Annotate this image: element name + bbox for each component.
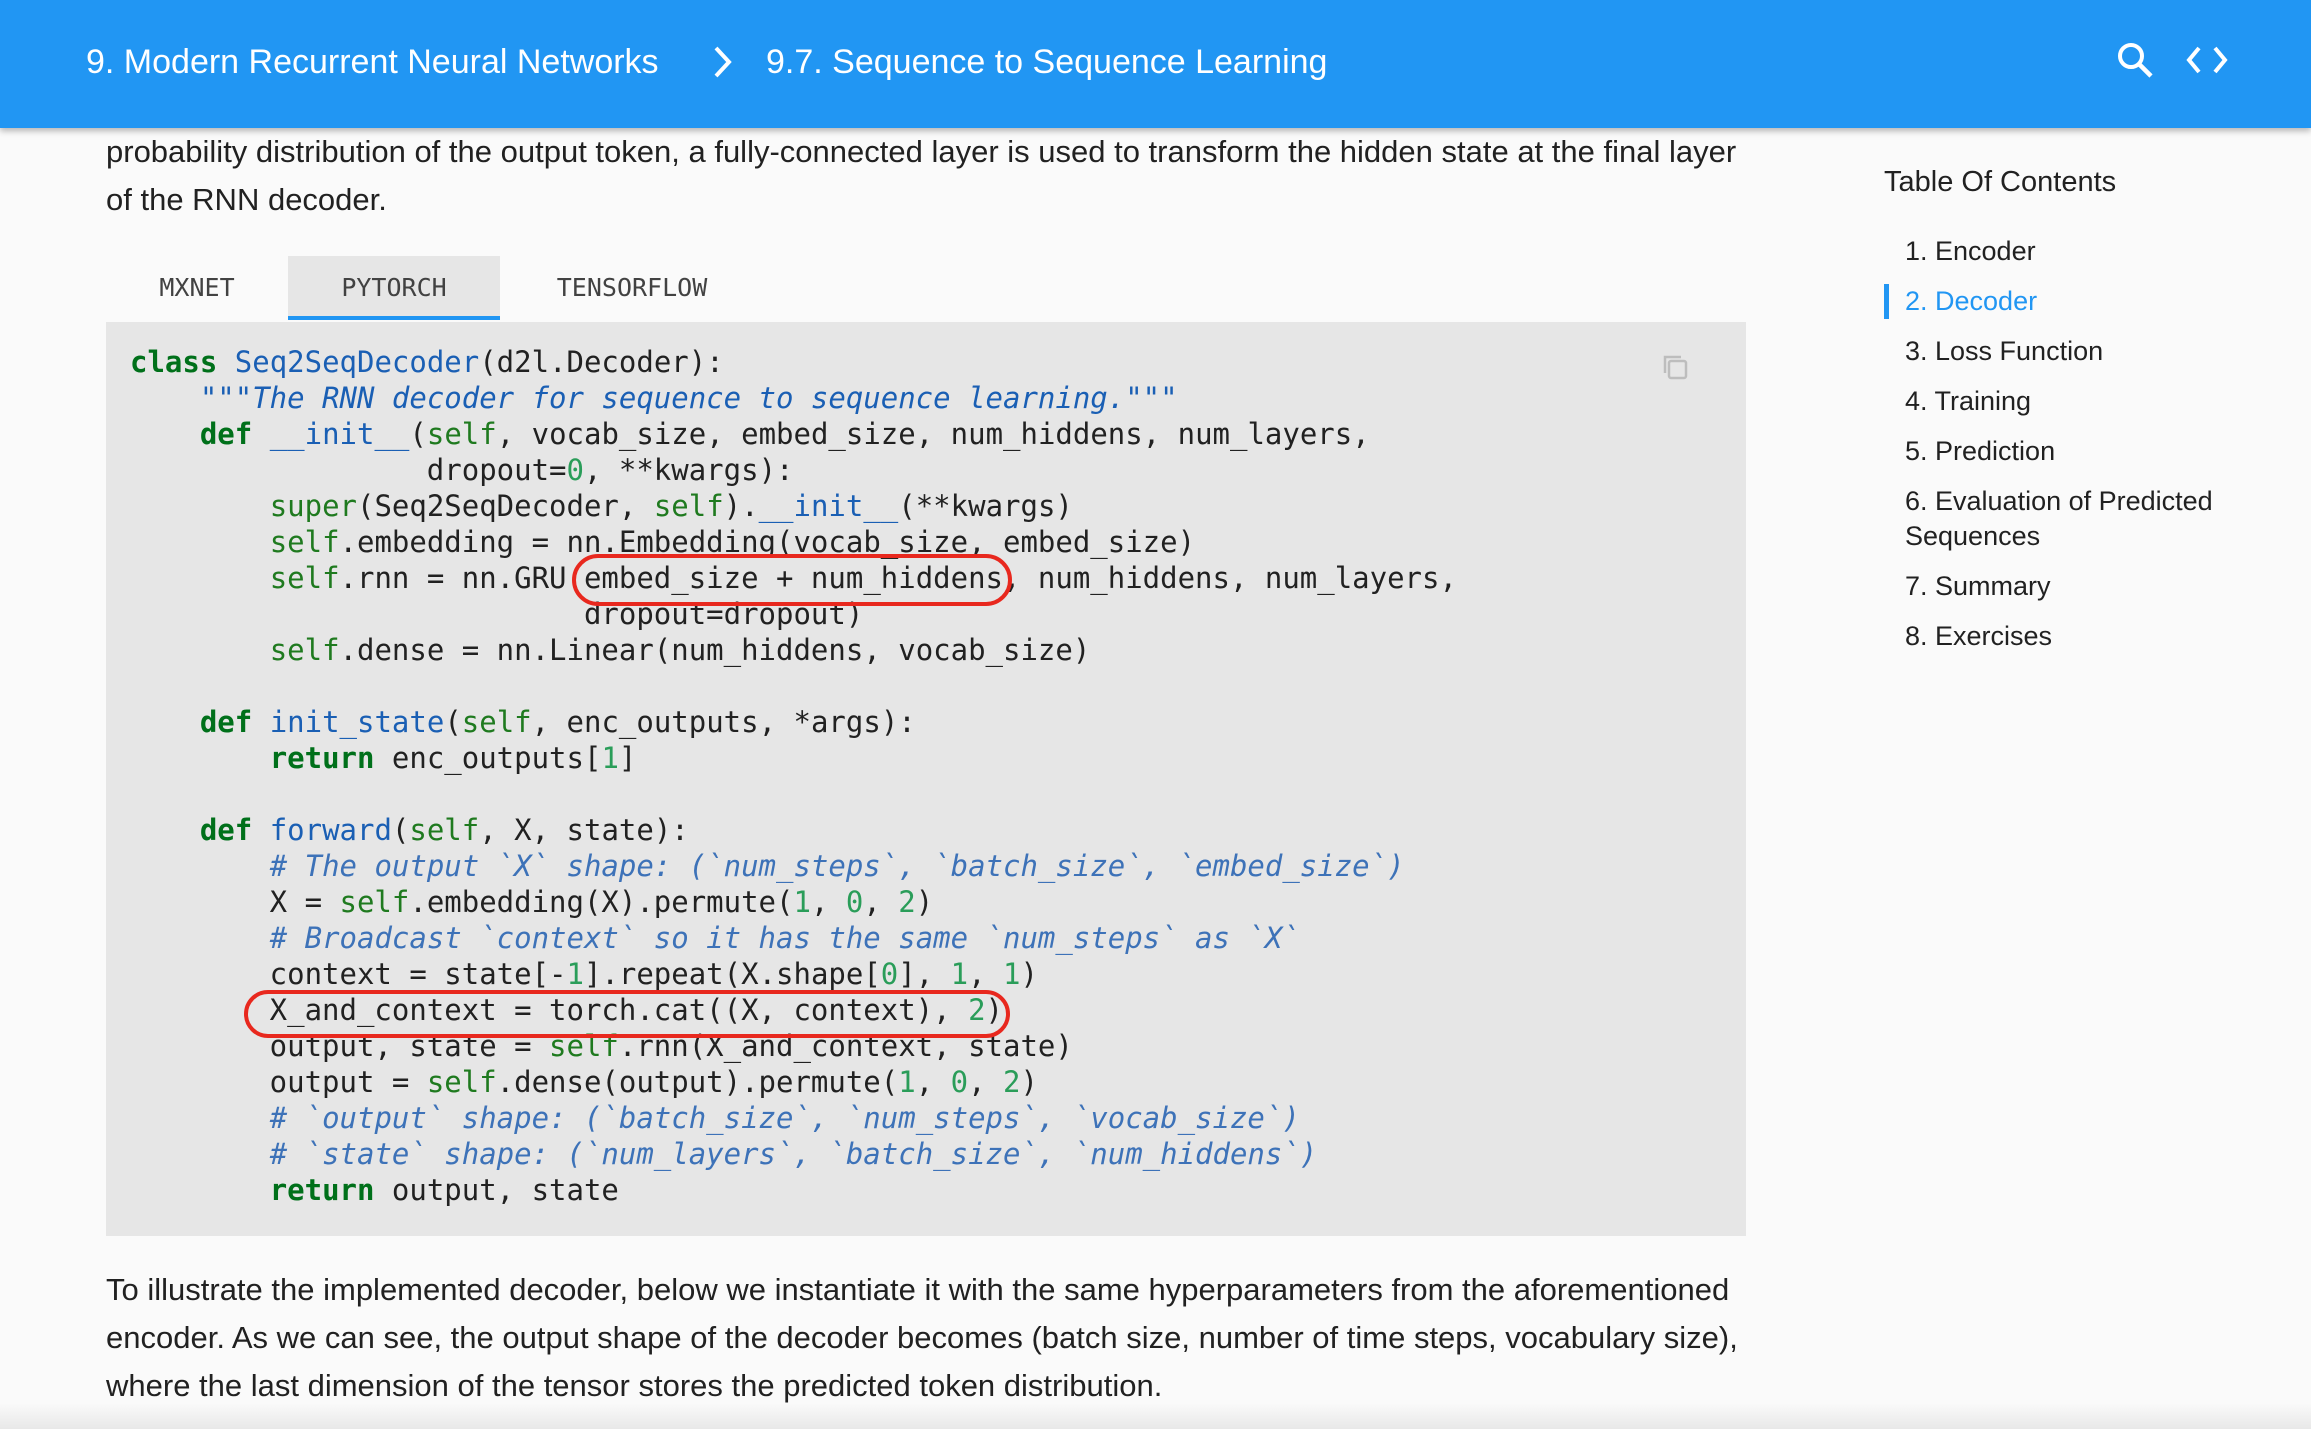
code-line-2: """The RNN decoder for sequence to seque… (199, 381, 1178, 415)
code-line-24: return output, state (269, 1173, 619, 1207)
tab-pytorch[interactable]: PYTORCH (288, 256, 500, 320)
code-icon[interactable] (2185, 42, 2229, 78)
copy-icon[interactable] (1660, 352, 1690, 387)
code-line-21: output = self.dense(output).permute(1, 0… (130, 1065, 1038, 1099)
code-line-9: self.dense = nn.Linear(num_hiddens, voca… (269, 633, 1091, 667)
toc-item-4[interactable]: 4. Training (1884, 384, 2264, 419)
code-line-4: dropout=0, **kwargs): (130, 453, 794, 487)
toc-item-7[interactable]: 7. Summary (1884, 569, 2264, 604)
code-listing: class Seq2SeqDecoder(d2l.Decoder): """Th… (130, 344, 1457, 1208)
search-icon[interactable] (2115, 40, 2155, 80)
breadcrumb-chevron-icon (712, 44, 734, 89)
toc-title: Table Of Contents (1884, 166, 2117, 198)
tab-mxnet[interactable]: MXNET (106, 256, 288, 320)
intro-paragraph: probability distribution of the output t… (106, 134, 1737, 217)
toc-list: 1. Encoder 2. Decoder 3. Loss Function 4. T… (1884, 234, 2264, 654)
code-line-15: # The output `X` shape: (`num_steps`, `b… (269, 849, 1405, 883)
table-of-contents: Table Of Contents 1. Encoder 2. Decoder 3.… (1884, 162, 2264, 669)
breadcrumb-current[interactable]: 9.7. Sequence to Sequence Learning (766, 42, 1327, 82)
annotation-oval-concat (244, 990, 1010, 1038)
toc-item-1[interactable]: 1. Encoder (1884, 234, 2264, 269)
toc-item-5[interactable]: 5. Prediction (1884, 434, 2264, 469)
code-line-17: # Broadcast `context` so it has the same… (269, 921, 1300, 955)
toc-item-8[interactable]: 8. Exercises (1884, 619, 2264, 654)
annotation-oval-gru-input (572, 554, 1012, 606)
top-app-bar: 9. Modern Recurrent Neural Networks 9.7.… (0, 0, 2311, 128)
code-line-3: def __init__(self, vocab_size, embed_siz… (199, 417, 1370, 451)
toc-item-6[interactable]: 6. Evaluation of Predicted Sequences (1884, 484, 2264, 554)
code-line-14: def forward(self, X, state): (199, 813, 689, 847)
code-line-22: # `output` shape: (`batch_size`, `num_st… (269, 1101, 1300, 1135)
code-block: class Seq2SeqDecoder(d2l.Decoder): """Th… (106, 322, 1746, 1236)
code-line-16: X = self.embedding(X).permute(1, 0, 2) (130, 885, 934, 919)
toc-item-2[interactable]: 2. Decoder (1884, 284, 2264, 319)
code-line-23: # `state` shape: (`num_layers`, `batch_s… (269, 1137, 1318, 1171)
outro-paragraph: To illustrate the implemented decoder, b… (106, 1272, 1738, 1403)
toc-item-3[interactable]: 3. Loss Function (1884, 334, 2264, 369)
code-line-12: return enc_outputs[1] (269, 741, 637, 775)
breadcrumb-parent-link[interactable]: 9. Modern Recurrent Neural Networks (86, 42, 659, 82)
header-actions (2115, 40, 2229, 80)
code-line-5: super(Seq2SeqDecoder, self).__init__(**k… (269, 489, 1073, 523)
bottom-shadow (0, 1403, 2311, 1429)
code-line-1: class Seq2SeqDecoder(d2l.Decoder): (130, 345, 724, 379)
tab-tensorflow[interactable]: TENSORFLOW (500, 256, 764, 320)
code-line-11: def init_state(self, enc_outputs, *args)… (199, 705, 916, 739)
framework-tabs: MXNET PYTORCH TENSORFLOW (106, 256, 1746, 320)
code-line-18: context = state[-1].repeat(X.shape[0], 1… (130, 957, 1038, 991)
